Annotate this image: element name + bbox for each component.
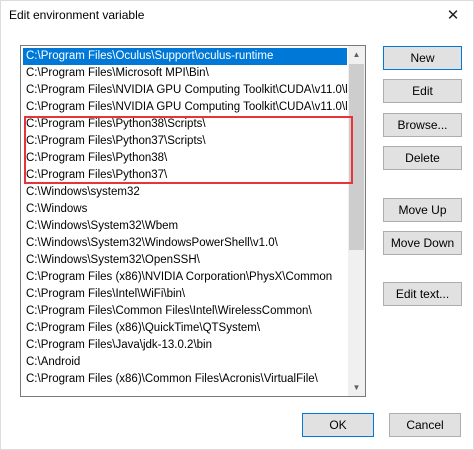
path-list-rows: C:\Program Files\Oculus\Support\oculus-r… [21, 46, 349, 396]
edit-text-button[interactable]: Edit text... [383, 282, 462, 306]
path-list[interactable]: C:\Program Files\Oculus\Support\oculus-r… [20, 45, 366, 397]
edit-env-variable-dialog: Edit environment variable ✕ C:\Program F… [0, 0, 474, 450]
path-list-item[interactable]: C:\Program Files\Python38\ [23, 150, 347, 167]
path-list-item[interactable]: C:\Program Files\Python37\ [23, 167, 347, 184]
close-icon[interactable]: ✕ [433, 1, 473, 31]
scroll-down-icon[interactable]: ▼ [348, 379, 365, 396]
move-up-button[interactable]: Move Up [383, 198, 462, 222]
path-list-item[interactable]: C:\Program Files (x86)\Common Files\Acro… [23, 371, 347, 388]
path-list-item[interactable]: C:\Program Files\Microsoft MPI\Bin\ [23, 65, 347, 82]
vertical-scrollbar[interactable]: ▲ ▼ [348, 46, 365, 396]
path-list-item[interactable]: C:\Windows [23, 201, 347, 218]
path-list-item[interactable]: C:\Android [23, 354, 347, 371]
move-down-button[interactable]: Move Down [383, 231, 462, 255]
path-list-item[interactable]: C:\Windows\System32\Wbem [23, 218, 347, 235]
ok-button[interactable]: OK [302, 413, 374, 437]
scroll-up-icon[interactable]: ▲ [348, 46, 365, 63]
new-button[interactable]: New [383, 46, 462, 70]
path-list-item[interactable]: C:\Program Files\Common Files\Intel\Wire… [23, 303, 347, 320]
scroll-thumb[interactable] [349, 64, 364, 250]
path-list-item[interactable]: C:\Program Files (x86)\QuickTime\QTSyste… [23, 320, 347, 337]
path-list-item[interactable]: C:\Program Files\NVIDIA GPU Computing To… [23, 82, 347, 99]
path-list-item[interactable]: C:\Program Files\Oculus\Support\oculus-r… [23, 48, 347, 65]
path-list-item[interactable]: C:\Windows\System32\OpenSSH\ [23, 252, 347, 269]
path-list-item[interactable]: C:\Program Files\Intel\WiFi\bin\ [23, 286, 347, 303]
path-list-item[interactable]: C:\Program Files (x86)\NVIDIA Corporatio… [23, 269, 347, 286]
window-title: Edit environment variable [9, 8, 145, 22]
path-list-item[interactable]: C:\Program Files\Java\jdk-13.0.2\bin [23, 337, 347, 354]
path-list-item[interactable]: C:\Program Files\Python37\Scripts\ [23, 133, 347, 150]
path-list-item[interactable]: C:\Windows\System32\WindowsPowerShell\v1… [23, 235, 347, 252]
browse-button[interactable]: Browse... [383, 113, 462, 137]
delete-button[interactable]: Delete [383, 146, 462, 170]
edit-button[interactable]: Edit [383, 79, 462, 103]
path-list-item[interactable]: C:\Program Files\NVIDIA GPU Computing To… [23, 99, 347, 116]
path-list-item[interactable]: C:\Program Files\Python38\Scripts\ [23, 116, 347, 133]
title-bar: Edit environment variable ✕ [1, 1, 473, 31]
path-list-item[interactable]: C:\Windows\system32 [23, 184, 347, 201]
cancel-button[interactable]: Cancel [389, 413, 461, 437]
